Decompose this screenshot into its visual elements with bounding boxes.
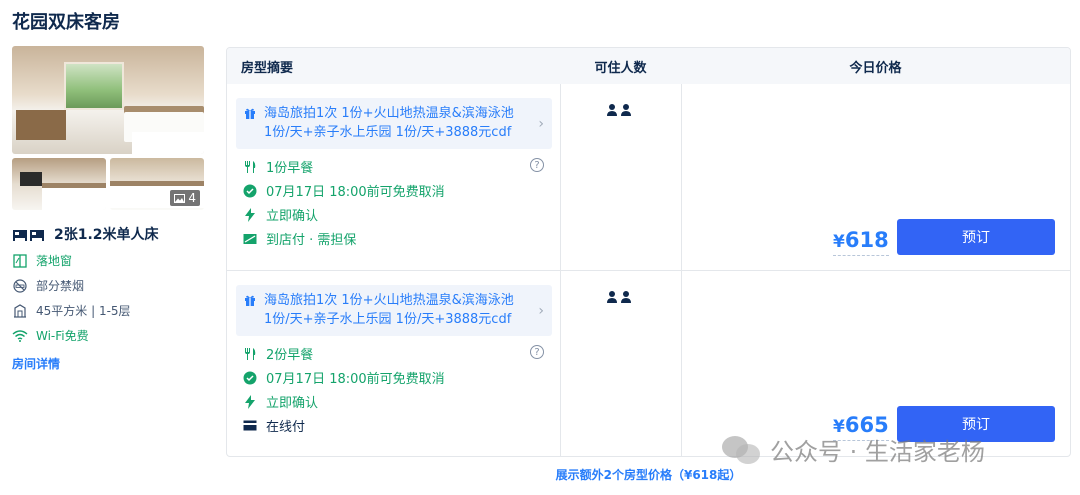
cutlery-icon xyxy=(242,346,258,362)
person-icon xyxy=(607,291,617,303)
package-info[interactable]: 海岛旅拍1次 1份+火山地热温泉&滨海泳池 1份/天+亲子水上乐园 1份/天+3… xyxy=(236,285,552,336)
meal-info: 2份早餐 xyxy=(242,344,313,363)
image-icon xyxy=(174,193,186,203)
payment-method: 到店付 · 需担保 xyxy=(242,229,356,248)
cancel-label: 07月17日 18:00前可免费取消 xyxy=(266,372,445,387)
currency-symbol: ¥ xyxy=(833,232,845,252)
check-circle-icon xyxy=(242,370,258,386)
payment-label: 在线付 xyxy=(266,420,306,435)
cutlery-icon xyxy=(242,159,258,175)
facility-window: 落地窗 xyxy=(12,252,204,269)
room-details-link[interactable]: 房间详情 xyxy=(12,355,204,372)
photo-count: 4 xyxy=(188,191,196,205)
lightning-icon xyxy=(242,394,258,410)
guest-capacity xyxy=(607,291,631,303)
cancel-policy: 07月17日 18:00前可免费取消 xyxy=(242,368,445,387)
person-icon xyxy=(607,104,617,116)
facility-smoking: 部分禁烟 xyxy=(12,277,204,294)
pay-at-hotel-icon xyxy=(242,231,258,247)
show-more-rates-link[interactable]: 展示额外2个房型价格（¥618起） xyxy=(226,466,1071,483)
rate-table-header: 房型摘要 可住人数 今日价格 xyxy=(227,48,1070,84)
facility-label: Wi-Fi免费 xyxy=(36,329,89,343)
room-info-panel: 4 2张1.2米单人床 落地窗 部分禁烟 45平方米 | 1-5层 Wi-Fi免… xyxy=(12,46,204,372)
facility-wifi: Wi-Fi免费 xyxy=(12,327,204,344)
chevron-right-icon[interactable]: › xyxy=(538,115,544,134)
rate-table: 房型摘要 可住人数 今日价格 海岛旅拍1次 1份+火山地热温泉&滨海泳池 1份/… xyxy=(226,47,1071,457)
watermark-text: 公众号 · 生活家老杨 xyxy=(770,438,985,466)
bed-type-label: 2张1.2米单人床 xyxy=(54,227,159,243)
gift-icon xyxy=(244,106,256,125)
cancel-policy: 07月17日 18:00前可免费取消 xyxy=(242,181,445,200)
card-icon xyxy=(242,418,258,434)
help-icon[interactable]: ? xyxy=(530,345,544,359)
watermark: 公众号 · 生活家老杨 xyxy=(722,432,985,467)
lightning-icon xyxy=(242,207,258,223)
room-thumbnail-photo[interactable]: 4 xyxy=(110,158,204,210)
facility-area: 45平方米 | 1-5层 xyxy=(12,302,204,319)
facility-label: 部分禁烟 xyxy=(36,279,85,293)
confirm-label: 立即确认 xyxy=(266,209,319,224)
package-text: 海岛旅拍1次 1份+火山地热温泉&滨海泳池 1份/天+亲子水上乐园 1份/天+3… xyxy=(264,106,514,140)
rate-row: 海岛旅拍1次 1份+火山地热温泉&滨海泳池 1份/天+亲子水上乐园 1份/天+3… xyxy=(227,84,1070,271)
package-info[interactable]: 海岛旅拍1次 1份+火山地热温泉&滨海泳池 1份/天+亲子水上乐园 1份/天+3… xyxy=(236,98,552,149)
gift-icon xyxy=(244,293,256,312)
payment-label: 到店付 · 需担保 xyxy=(266,233,357,248)
book-button[interactable]: 预订 xyxy=(897,219,1055,255)
price: ¥618 xyxy=(833,228,889,256)
price-value: 618 xyxy=(844,228,889,252)
guest-capacity xyxy=(607,104,631,116)
room-title: 花园双床客房 xyxy=(12,12,120,33)
photo-count-badge[interactable]: 4 xyxy=(170,190,200,206)
header-price: 今日价格 xyxy=(849,60,902,76)
room-main-photo[interactable] xyxy=(12,46,204,154)
cancel-label: 07月17日 18:00前可免费取消 xyxy=(266,185,445,200)
bed-type: 2张1.2米单人床 xyxy=(12,224,204,244)
payment-method: 在线付 xyxy=(242,416,305,435)
person-icon xyxy=(621,104,631,116)
instant-confirm: 立即确认 xyxy=(242,392,318,411)
header-guests: 可住人数 xyxy=(594,60,647,76)
meal-info: 1份早餐 xyxy=(242,157,313,176)
wechat-icon xyxy=(722,434,762,466)
room-thumbnails: 4 xyxy=(12,158,204,210)
person-icon xyxy=(621,291,631,303)
help-icon[interactable]: ? xyxy=(530,158,544,172)
header-summary: 房型摘要 xyxy=(241,60,294,76)
no-smoking-icon xyxy=(12,278,28,294)
facility-label: 落地窗 xyxy=(36,254,73,268)
confirm-label: 立即确认 xyxy=(266,396,319,411)
package-text: 海岛旅拍1次 1份+火山地热温泉&滨海泳池 1份/天+亲子水上乐园 1份/天+3… xyxy=(264,293,514,327)
meal-label: 2份早餐 xyxy=(266,348,314,363)
instant-confirm: 立即确认 xyxy=(242,205,318,224)
room-thumbnail-photo[interactable] xyxy=(12,158,106,210)
check-circle-icon xyxy=(242,183,258,199)
area-icon xyxy=(12,303,28,319)
window-icon xyxy=(12,253,28,269)
chevron-right-icon[interactable]: › xyxy=(538,302,544,321)
bed-icon xyxy=(13,230,44,241)
facility-label: 45平方米 | 1-5层 xyxy=(36,304,131,318)
wifi-icon xyxy=(12,328,28,344)
rate-row: 海岛旅拍1次 1份+火山地热温泉&滨海泳池 1份/天+亲子水上乐园 1份/天+3… xyxy=(227,270,1070,456)
meal-label: 1份早餐 xyxy=(266,161,314,176)
